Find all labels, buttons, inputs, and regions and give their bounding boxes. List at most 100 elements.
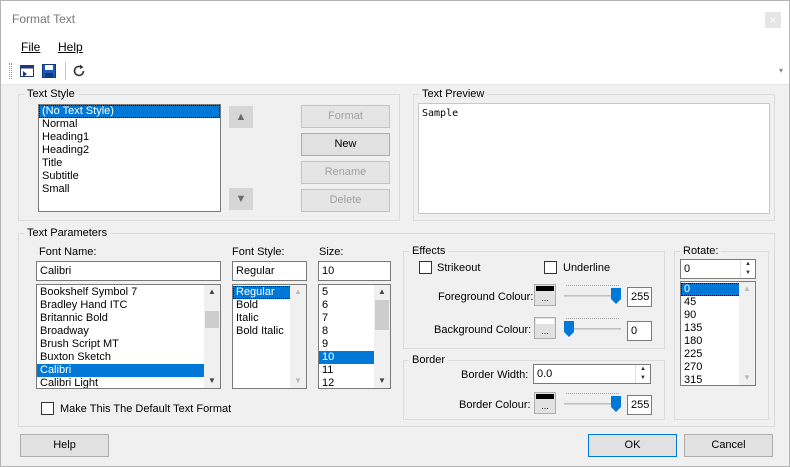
slider-thumb[interactable] xyxy=(564,321,574,337)
underline-checkbox[interactable] xyxy=(544,261,557,274)
toolbar-separator xyxy=(65,62,66,80)
menu-bar: File Help xyxy=(1,35,789,57)
text-style-item[interactable]: (No Text Style) xyxy=(39,105,220,118)
scroll-up-icon[interactable]: ▲ xyxy=(374,285,390,299)
border-swatch xyxy=(536,394,554,399)
background-colour-label: Background Colour: xyxy=(434,324,532,336)
font-name-input[interactable]: Calibri xyxy=(36,261,221,281)
font-list-item[interactable]: Bookshelf Symbol 7 xyxy=(37,286,220,299)
menu-help[interactable]: Help xyxy=(58,40,83,54)
toolbar: ▾ xyxy=(1,57,789,85)
default-format-checkbox[interactable] xyxy=(41,402,54,415)
font-style-label: Font Style: xyxy=(232,246,285,258)
scroll-down-icon[interactable]: ▼ xyxy=(739,371,755,385)
border-colour-label: Border Colour: xyxy=(459,399,531,411)
rotate-list-scrollbar[interactable]: ▲ ▼ xyxy=(739,282,755,385)
scroll-down-icon[interactable]: ▼ xyxy=(374,374,390,388)
background-value[interactable]: 0 xyxy=(627,321,652,341)
menu-file[interactable]: File xyxy=(21,40,40,54)
close-icon: × xyxy=(769,13,777,27)
rename-button[interactable]: Rename xyxy=(301,161,390,184)
text-style-item[interactable]: Small xyxy=(39,183,220,196)
rotate-legend: Rotate: xyxy=(683,245,719,257)
format-text-dialog: Format Text × File Help ▾ Text Style (No… xyxy=(0,0,790,467)
font-name-label: Font Name: xyxy=(39,246,97,258)
text-style-item[interactable]: Heading2 xyxy=(39,144,220,157)
preview-sample-text: Sample xyxy=(422,108,459,119)
text-style-legend: Text Style xyxy=(27,88,75,100)
spin-down-icon[interactable]: ▼ xyxy=(636,374,650,383)
border-width-spinner[interactable]: 0.0 ▲ ▼ xyxy=(533,364,651,384)
border-colour-slider[interactable] xyxy=(564,392,621,416)
rotate-list[interactable]: 0 45 90 135 180 225 270 315 ▲ ▼ xyxy=(680,281,756,386)
underline-label: Underline xyxy=(563,262,611,274)
foreground-value[interactable]: 255 xyxy=(627,287,652,307)
help-button[interactable]: Help xyxy=(20,434,109,457)
format-button[interactable]: Format xyxy=(301,105,390,128)
scroll-thumb[interactable] xyxy=(375,300,389,330)
foreground-slider[interactable] xyxy=(564,284,621,308)
cancel-button[interactable]: Cancel xyxy=(684,434,773,457)
style-list-scrollbar[interactable]: ▲ ▼ xyxy=(290,285,306,388)
toolbar-overflow-icon[interactable]: ▾ xyxy=(779,66,783,75)
font-list-item[interactable]: Broadway xyxy=(37,325,220,338)
font-list-item[interactable]: Britannic Bold xyxy=(37,312,220,325)
arrow-up-icon: ▲ xyxy=(235,111,247,123)
font-list-item[interactable]: Brush Script MT xyxy=(37,338,220,351)
strikeout-label: Strikeout xyxy=(437,262,481,274)
scroll-down-icon[interactable]: ▼ xyxy=(204,374,220,388)
scroll-up-icon[interactable]: ▲ xyxy=(739,282,755,296)
foreground-colour-button[interactable]: ... xyxy=(534,284,556,306)
background-colour-button[interactable]: ... xyxy=(534,317,556,339)
font-style-list[interactable]: Regular Bold Italic Bold Italic ▲ ▼ xyxy=(232,284,307,389)
slider-thumb[interactable] xyxy=(611,396,621,412)
border-colour-button[interactable]: ... xyxy=(534,392,556,414)
font-list-item[interactable]: Bradley Hand ITC xyxy=(37,299,220,312)
spin-up-icon[interactable]: ▲ xyxy=(636,365,650,374)
window-title: Format Text xyxy=(12,12,76,26)
text-style-item[interactable]: Title xyxy=(39,157,220,170)
move-down-button[interactable]: ▼ xyxy=(229,188,253,210)
scroll-up-icon[interactable]: ▲ xyxy=(290,285,306,299)
font-style-input[interactable]: Regular xyxy=(232,261,307,281)
border-width-label: Border Width: xyxy=(461,369,529,381)
foreground-swatch xyxy=(536,286,554,291)
slider-thumb[interactable] xyxy=(611,288,621,304)
size-input[interactable]: 10 xyxy=(318,261,391,281)
close-button[interactable]: × xyxy=(765,12,781,28)
rotate-spinner[interactable]: 0 ▲ ▼ xyxy=(680,259,756,279)
text-style-item[interactable]: Subtitle xyxy=(39,170,220,183)
ok-button[interactable]: OK xyxy=(588,434,677,457)
font-list-scrollbar[interactable]: ▲ ▼ xyxy=(204,285,220,388)
border-legend: Border xyxy=(412,354,446,366)
spin-up-icon[interactable]: ▲ xyxy=(741,260,755,269)
background-swatch xyxy=(536,319,554,324)
font-list-item[interactable]: Calibri xyxy=(37,364,220,377)
save-icon[interactable] xyxy=(41,63,57,79)
size-list[interactable]: 5 6 7 8 9 10 11 12 ▲ ▼ xyxy=(318,284,391,389)
scroll-down-icon[interactable]: ▼ xyxy=(290,374,306,388)
text-style-item[interactable]: Heading1 xyxy=(39,131,220,144)
text-parameters-legend: Text Parameters xyxy=(27,227,108,239)
border-colour-value[interactable]: 255 xyxy=(627,395,652,415)
refresh-icon[interactable] xyxy=(71,63,87,79)
spin-down-icon[interactable]: ▼ xyxy=(741,269,755,278)
text-preview-box: Sample xyxy=(418,103,770,214)
move-up-button[interactable]: ▲ xyxy=(229,106,253,128)
new-button[interactable]: New xyxy=(301,133,390,156)
text-style-list[interactable]: (No Text Style) Normal Heading1 Heading2 Tit… xyxy=(38,104,221,212)
scroll-thumb[interactable] xyxy=(205,311,219,328)
background-slider[interactable] xyxy=(564,317,621,341)
size-list-scrollbar[interactable]: ▲ ▼ xyxy=(374,285,390,388)
toolbar-grip[interactable] xyxy=(9,63,12,79)
text-style-item[interactable]: Normal xyxy=(39,118,220,131)
scroll-up-icon[interactable]: ▲ xyxy=(204,285,220,299)
font-name-list[interactable]: Bookshelf Symbol 7 Bradley Hand ITC Britan… xyxy=(36,284,221,389)
delete-button[interactable]: Delete xyxy=(301,189,390,212)
font-list-item[interactable]: Calibri Light xyxy=(37,377,220,388)
text-preview-legend: Text Preview xyxy=(422,88,485,100)
font-list-item[interactable]: Buxton Sketch xyxy=(37,351,220,364)
default-format-label: Make This The Default Text Format xyxy=(60,403,232,415)
open-style-icon[interactable] xyxy=(19,63,35,79)
strikeout-checkbox[interactable] xyxy=(419,261,432,274)
